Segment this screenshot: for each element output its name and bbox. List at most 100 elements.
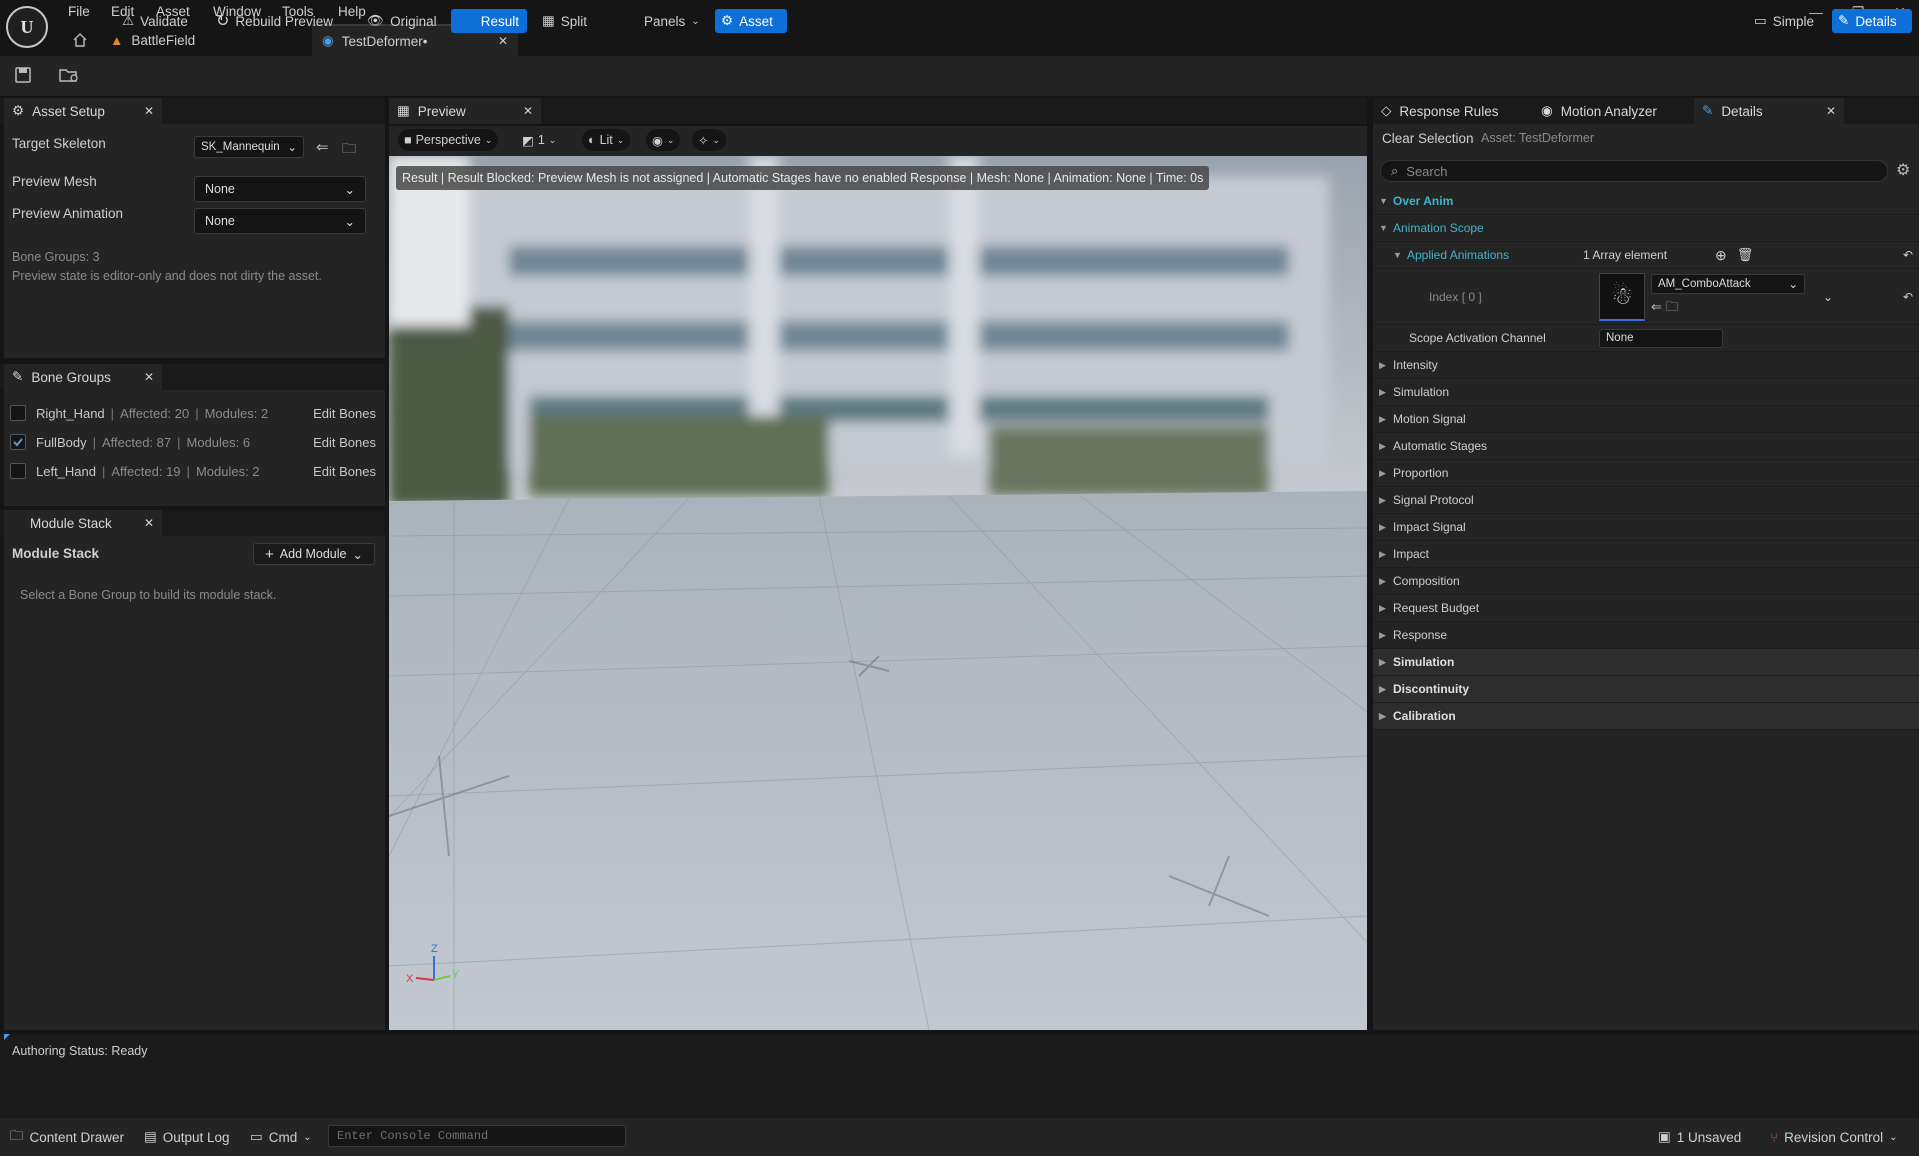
- bone-group-row[interactable]: Left_Hand | Affected: 19 | Modules: 2 Edit…: [10, 459, 376, 483]
- tab-asset-setup[interactable]: ⚙ Asset Setup ✕: [4, 98, 162, 124]
- category-impact[interactable]: ▶ Impact: [1373, 541, 1919, 568]
- asset-setup-panel: [4, 124, 385, 358]
- browse-folder-icon[interactable]: [58, 66, 80, 86]
- console-command-input[interactable]: Enter Console Command: [328, 1125, 626, 1147]
- close-tab-icon[interactable]: ✕: [523, 104, 533, 118]
- home-icon[interactable]: [72, 32, 88, 48]
- bone-group-affected: Affected: 87: [101, 434, 172, 450]
- edit-bones-button[interactable]: Edit Bones: [313, 406, 376, 421]
- split-icon: ▦: [542, 13, 555, 28]
- edit-bones-button[interactable]: Edit Bones: [313, 435, 376, 450]
- category-intensity[interactable]: ▶ Intensity: [1373, 352, 1919, 379]
- tab-details[interactable]: ✎ Details ✕: [1694, 98, 1844, 124]
- delete-icon[interactable]: 🗑: [1737, 247, 1754, 263]
- bone-group-checkbox[interactable]: [10, 434, 26, 450]
- edit-bones-button[interactable]: Edit Bones: [313, 464, 376, 479]
- asset-icon: ◉: [322, 33, 334, 48]
- preview-viewport[interactable]: [389, 156, 1367, 1030]
- cmd-dropdown[interactable]: ▭ Cmd ⌄: [250, 1126, 312, 1148]
- lit-dropdown[interactable]: ◐ Lit ⌄: [582, 129, 631, 151]
- bone-group-name: Right_Hand: [36, 405, 105, 421]
- applied-animations-row[interactable]: ▼ Applied Animations 1 Array element ⊕ 🗑…: [1373, 242, 1919, 269]
- preview-mesh-dropdown[interactable]: None ⌄: [194, 176, 366, 202]
- anim-asset-dropdown[interactable]: AM_ComboAttack ⌄: [1651, 273, 1805, 294]
- bone-group-row[interactable]: FullBody | Affected: 87 | Modules: 6 Edit …: [10, 430, 376, 454]
- category-animation-scope[interactable]: ▼ Animation Scope: [1373, 215, 1919, 242]
- preview-options-dropdown[interactable]: ✧ ⌄: [692, 129, 727, 151]
- close-tab-icon[interactable]: ✕: [144, 104, 154, 118]
- category-signal-protocol[interactable]: ▶ Signal Protocol: [1373, 487, 1919, 514]
- bone-group-checkbox[interactable]: [10, 463, 26, 479]
- menu-file[interactable]: File: [68, 2, 90, 22]
- panels-dropdown[interactable]: Panels ⌄: [638, 9, 706, 33]
- tab-bone-groups[interactable]: ✎ Bone Groups ✕: [4, 364, 162, 390]
- category-composition[interactable]: ▶ Composition: [1373, 568, 1919, 595]
- show-flags-dropdown[interactable]: ◉ ⌄: [646, 129, 681, 151]
- camera-speed-dropdown[interactable]: ◩ 1 ⌄: [516, 129, 562, 151]
- asset-button[interactable]: ⚙ Asset: [715, 9, 787, 33]
- use-browse-icons[interactable]: ⇐ 🗀: [1651, 298, 1805, 320]
- category-over-anim[interactable]: ▼ Over Anim: [1373, 188, 1919, 215]
- tab-response-rules[interactable]: ◇ Response Rules: [1373, 98, 1507, 124]
- category-response[interactable]: ▶ Response: [1373, 622, 1919, 649]
- content-drawer-button[interactable]: 🗀 Content Drawer: [10, 1126, 124, 1148]
- plus-icon: +: [265, 545, 274, 563]
- category-motion-signal[interactable]: ▶ Motion Signal: [1373, 406, 1919, 433]
- collapsed-arrow-icon: ▶: [1379, 521, 1386, 532]
- unsaved-button[interactable]: ▣ 1 Unsaved: [1658, 1126, 1741, 1148]
- close-tab-icon[interactable]: ✕: [1826, 104, 1836, 118]
- use-selected-icon[interactable]: ⇐: [316, 138, 329, 156]
- perspective-dropdown[interactable]: ■ Perspective ⌄: [398, 129, 499, 151]
- unreal-logo-icon[interactable]: U: [6, 6, 48, 48]
- tab-module-stack[interactable]: Module Stack ✕: [4, 510, 162, 536]
- close-tab-icon[interactable]: ✕: [144, 370, 154, 384]
- save-icon[interactable]: [14, 66, 34, 86]
- output-log-button[interactable]: ▤ Output Log: [144, 1126, 230, 1148]
- split-button[interactable]: ▦ Split: [536, 9, 593, 33]
- target-skeleton-dropdown[interactable]: SK_Mannequin ⌄: [194, 136, 304, 158]
- original-button[interactable]: 👁 Original: [361, 9, 443, 33]
- clear-selection-button[interactable]: Clear Selection: [1382, 131, 1474, 146]
- add-module-button[interactable]: + Add Module ⌄: [253, 543, 375, 565]
- rules-icon: ◇: [1381, 103, 1392, 118]
- add-element-icon[interactable]: ⊕: [1715, 247, 1727, 264]
- category-discontinuity[interactable]: ▶ Discontinuity: [1373, 676, 1919, 703]
- tab-motion-analyzer[interactable]: ◉ Motion Analyzer: [1533, 98, 1665, 124]
- close-tab-icon[interactable]: ✕: [144, 516, 154, 530]
- bone-group-affected: Affected: 19: [111, 463, 181, 479]
- reset-icon[interactable]: ↶: [1903, 290, 1913, 304]
- chevron-down-icon: ⌄: [1889, 1131, 1898, 1143]
- category-label: Impact Signal: [1393, 520, 1466, 534]
- reset-icon[interactable]: ↶: [1903, 248, 1913, 262]
- category-simulation-bold[interactable]: ▶ Simulation: [1373, 649, 1919, 676]
- category-impact-signal[interactable]: ▶ Impact Signal: [1373, 514, 1919, 541]
- category-calibration[interactable]: ▶ Calibration: [1373, 703, 1919, 730]
- expand-chevron-icon[interactable]: ⌄: [1823, 290, 1833, 304]
- category-automatic-stages[interactable]: ▶ Automatic Stages: [1373, 433, 1919, 460]
- close-tab-icon[interactable]: ✕: [498, 34, 508, 48]
- module-stack-panel: [4, 536, 385, 1030]
- settings-gear-icon[interactable]: ⚙: [1896, 160, 1910, 180]
- preview-animation-dropdown[interactable]: None ⌄: [194, 208, 366, 234]
- chevron-down-icon: ⌄: [1788, 278, 1798, 291]
- level-icon: ▲: [110, 32, 124, 48]
- simple-button[interactable]: ▭ Simple: [1748, 9, 1820, 33]
- browse-asset-icon[interactable]: 🗀: [342, 138, 356, 162]
- perspective-label: Perspective: [415, 133, 481, 147]
- tab-preview[interactable]: ▦ Preview ✕: [389, 98, 541, 124]
- result-button[interactable]: Result: [451, 9, 527, 33]
- lit-icon: ◐: [588, 133, 596, 147]
- result-label: Result: [480, 13, 519, 29]
- scope-channel-input[interactable]: None: [1599, 328, 1723, 348]
- bone-group-checkbox[interactable]: [10, 405, 26, 421]
- cmd-label: Cmd: [268, 1129, 298, 1145]
- details-search-input[interactable]: ⌕ Search: [1380, 160, 1888, 182]
- category-simulation[interactable]: ▶ Simulation: [1373, 379, 1919, 406]
- rebuild-preview-button[interactable]: ↻ Rebuild Preview: [210, 9, 339, 33]
- category-proportion[interactable]: ▶ Proportion: [1373, 460, 1919, 487]
- bone-group-row[interactable]: Right_Hand | Affected: 20 | Modules: 2 Edi…: [10, 401, 376, 425]
- validate-button[interactable]: ⚠ Validate: [116, 9, 194, 33]
- revision-control-button[interactable]: ⑂ Revision Control ⌄: [1770, 1126, 1898, 1148]
- category-request-budget[interactable]: ▶ Request Budget: [1373, 595, 1919, 622]
- details-button[interactable]: ✎ Details: [1832, 9, 1912, 33]
